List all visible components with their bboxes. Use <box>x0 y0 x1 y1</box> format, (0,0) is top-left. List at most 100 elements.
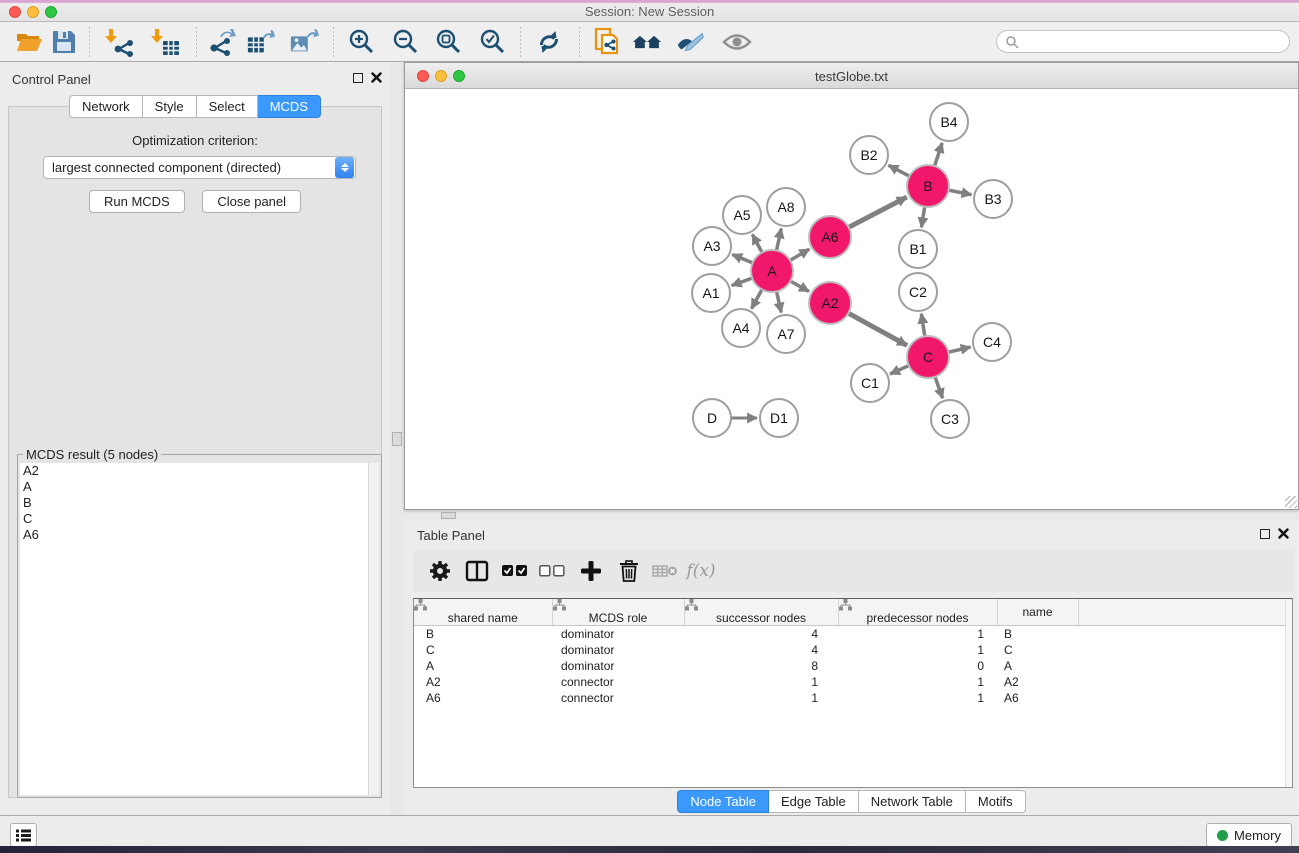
criterion-dropdown[interactable]: largest connected component (directed) <box>43 156 356 179</box>
tab-select[interactable]: Select <box>197 95 258 118</box>
graph-edge-C-C4[interactable] <box>948 347 970 352</box>
tab-edge-table[interactable]: Edge Table <box>769 790 859 813</box>
graph-edge-A-A2[interactable] <box>790 281 809 291</box>
table-cell[interactable]: B <box>414 626 552 642</box>
horizontal-splitter-handle[interactable] <box>441 512 456 519</box>
mcds-result-item[interactable]: B <box>20 495 368 511</box>
mcds-result-item[interactable]: C <box>20 511 368 527</box>
table-row[interactable]: Adominator80A <box>414 658 1292 674</box>
graph-edge-A-A1[interactable] <box>732 278 753 285</box>
graph-edge-C-C3[interactable] <box>935 377 943 398</box>
tab-mcds[interactable]: MCDS <box>258 95 321 118</box>
export-table-icon[interactable] <box>246 27 276 57</box>
table-cell[interactable]: connector <box>552 674 684 690</box>
import-network-icon[interactable] <box>105 27 135 57</box>
table-row[interactable]: A2connector11A2 <box>414 674 1292 690</box>
close-panel-icon[interactable] <box>1278 528 1289 539</box>
zoom-in-icon[interactable] <box>347 27 377 57</box>
table-cell[interactable]: dominator <box>552 626 684 642</box>
save-icon[interactable] <box>49 27 79 57</box>
memory-button[interactable]: Memory <box>1206 823 1292 847</box>
zoom-out-icon[interactable] <box>391 27 421 57</box>
open-folder-icon[interactable] <box>14 27 44 57</box>
table-cell[interactable]: 4 <box>684 626 838 642</box>
unchecked-pair-icon[interactable] <box>537 556 567 586</box>
export-network-icon[interactable] <box>206 27 236 57</box>
table-cell[interactable]: 1 <box>838 642 997 658</box>
run-mcds-button[interactable]: Run MCDS <box>89 190 185 213</box>
table-cell[interactable]: 4 <box>684 642 838 658</box>
network-canvas[interactable]: AA1A2A3A4A5A6A7A8BB1B2B3B4CC1C2C3C4DD1 <box>405 89 1298 509</box>
import-table-icon[interactable] <box>151 27 181 57</box>
zoom-selected-icon[interactable] <box>478 27 508 57</box>
tab-style[interactable]: Style <box>143 95 197 118</box>
graph-edge-B-B2[interactable] <box>888 165 909 176</box>
column-header-MCDS-role[interactable]: MCDS role <box>552 599 684 626</box>
table-cell[interactable]: 8 <box>684 658 838 674</box>
table-scrollbar[interactable] <box>1285 599 1292 787</box>
table-cell[interactable]: 1 <box>838 690 997 706</box>
network-window-titlebar[interactable]: testGlobe.txt <box>405 63 1298 89</box>
close-panel-button[interactable]: Close panel <box>202 190 301 213</box>
graph-edge-A-A4[interactable] <box>752 289 762 308</box>
graph-edge-C-C2[interactable] <box>921 314 924 337</box>
vertical-splitter-handle[interactable] <box>392 432 402 446</box>
houses-icon[interactable] <box>632 27 662 57</box>
function-icon[interactable]: f(x) <box>681 556 721 586</box>
table-cell[interactable]: C <box>997 642 1078 658</box>
checked-pair-icon[interactable] <box>500 556 530 586</box>
eye-pen-icon[interactable] <box>676 27 706 57</box>
table-cell[interactable]: dominator <box>552 658 684 674</box>
eye-icon[interactable] <box>722 27 752 57</box>
table-cell[interactable]: A <box>414 658 552 674</box>
float-panel-icon[interactable] <box>1260 529 1270 539</box>
tab-network[interactable]: Network <box>69 95 143 118</box>
trash-icon[interactable] <box>614 556 644 586</box>
documents-share-icon[interactable] <box>593 27 623 57</box>
search-input[interactable] <box>1019 35 1289 49</box>
table-cell[interactable]: 1 <box>838 674 997 690</box>
column-header-predecessor-nodes[interactable]: predecessor nodes <box>838 599 997 626</box>
graph-edge-A6-B[interactable] <box>849 197 907 227</box>
graph-edge-B-B1[interactable] <box>921 207 924 228</box>
table-cell[interactable]: A2 <box>997 674 1078 690</box>
mcds-result-item[interactable]: A <box>20 479 368 495</box>
table-row[interactable]: Cdominator41C <box>414 642 1292 658</box>
table-cell[interactable]: 1 <box>684 690 838 706</box>
column-header-successor-nodes[interactable]: successor nodes <box>684 599 838 626</box>
zoom-fit-icon[interactable] <box>434 27 464 57</box>
table-cell[interactable]: 1 <box>838 626 997 642</box>
tab-network-table[interactable]: Network Table <box>859 790 966 813</box>
export-image-icon[interactable] <box>289 27 319 57</box>
graph-edge-B-B3[interactable] <box>949 190 972 195</box>
close-panel-icon[interactable] <box>371 72 382 83</box>
table-row[interactable]: Bdominator41B <box>414 626 1292 642</box>
table-cell[interactable]: 0 <box>838 658 997 674</box>
column-header-name[interactable]: name <box>997 599 1078 626</box>
graph-edge-A-A7[interactable] <box>777 291 782 312</box>
graph-edge-A-A8[interactable] <box>776 228 781 250</box>
table-cell[interactable]: dominator <box>552 642 684 658</box>
gear-icon[interactable] <box>425 556 455 586</box>
table-cell[interactable]: connector <box>552 690 684 706</box>
table-cell[interactable]: A6 <box>997 690 1078 706</box>
table-cell[interactable]: A2 <box>414 674 552 690</box>
table-delete-icon[interactable] <box>650 556 680 586</box>
table-cell[interactable]: C <box>414 642 552 658</box>
graph-edge-C-C1[interactable] <box>890 366 909 374</box>
graph-edge-B-B4[interactable] <box>935 143 943 166</box>
graph-edge-A-A5[interactable] <box>752 234 762 252</box>
table-cell[interactable]: A <box>997 658 1078 674</box>
plus-icon[interactable] <box>576 556 606 586</box>
window-resize-grip[interactable] <box>1285 496 1297 508</box>
columns-icon[interactable] <box>462 556 492 586</box>
search-field[interactable] <box>996 30 1290 53</box>
tab-node-table[interactable]: Node Table <box>677 790 769 813</box>
graph-edge-A-A6[interactable] <box>790 249 809 260</box>
graph-edge-A-A3[interactable] <box>732 254 752 262</box>
mcds-result-scrollbar[interactable] <box>368 463 379 795</box>
mcds-result-item[interactable]: A2 <box>20 463 368 479</box>
tab-motifs[interactable]: Motifs <box>966 790 1026 813</box>
table-row[interactable]: A6connector11A6 <box>414 690 1292 706</box>
graph-edge-A2-C[interactable] <box>848 313 907 345</box>
